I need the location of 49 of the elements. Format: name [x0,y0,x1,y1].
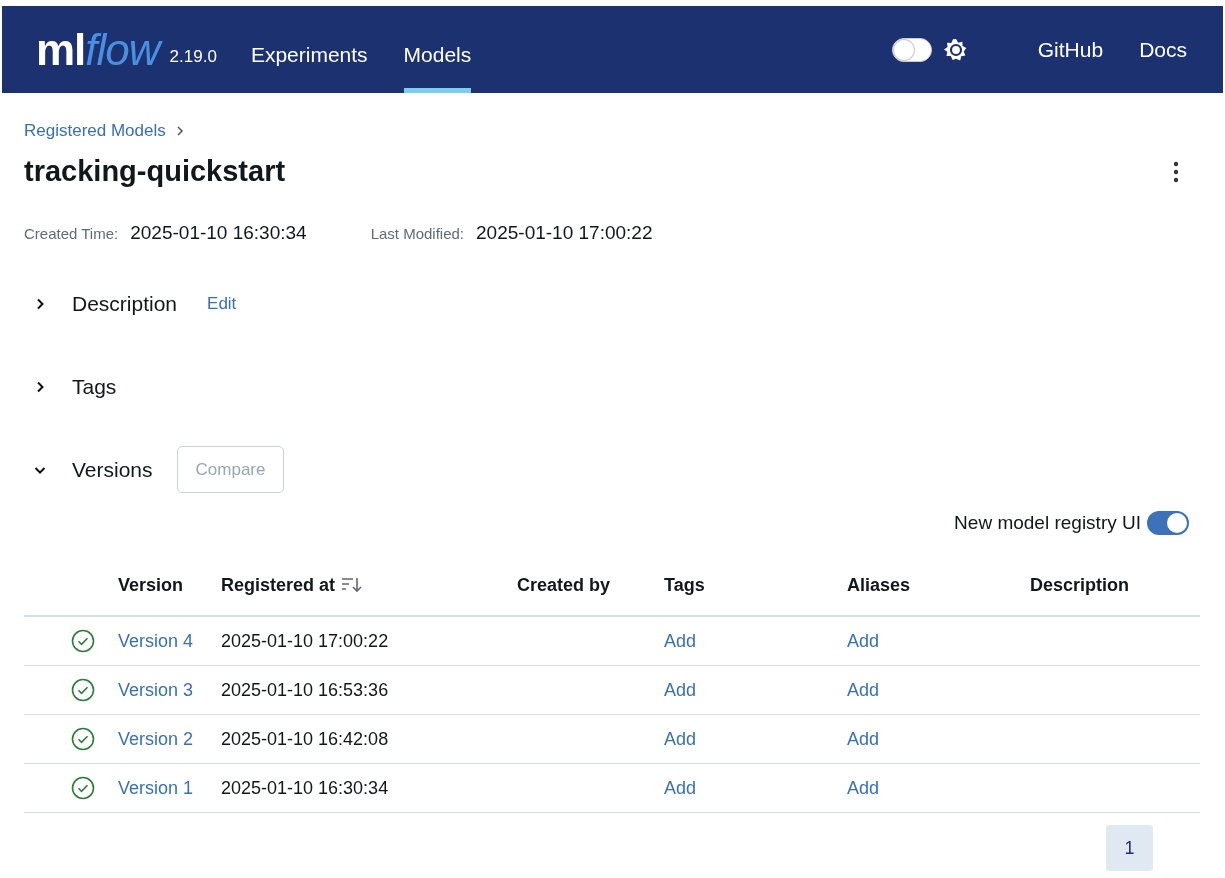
check-circle-icon [71,776,95,800]
check-circle-icon [71,678,95,702]
column-header: Version [118,574,184,596]
version-label: 2.19.0 [169,46,217,67]
toggle-label: New model registry UI [954,512,1141,534]
add-alias-link[interactable]: Add [847,777,880,798]
sun-icon[interactable] [943,37,968,62]
breadcrumb-link[interactable]: Registered Models [24,121,166,141]
meta-value: 2025-01-10 16:30:34 [130,222,307,244]
version-link[interactable]: Version 3 [118,679,194,700]
table-cell: 2025-01-10 16:30:34 [221,777,389,798]
version-link[interactable]: Version 2 [118,728,194,749]
column-header: Aliases [847,574,911,596]
more-options-icon[interactable] [1173,160,1179,183]
add-alias-link[interactable]: Add [847,630,880,651]
table-cell: 2025-01-10 16:42:08 [221,728,389,749]
nav-link[interactable]: GitHub [1037,37,1104,62]
add-alias-link[interactable]: Add [847,728,880,749]
version-link[interactable]: Version 4 [118,630,194,651]
theme-toggle[interactable] [891,37,932,62]
version-link[interactable]: Version 1 [118,777,194,798]
table-cell: 2025-01-10 16:53:36 [221,679,389,700]
edit-link[interactable]: Edit [207,293,237,314]
column-header: Description [1030,574,1130,596]
page-title: tracking-quickstart [24,155,286,188]
add-tag-link[interactable]: Add [664,777,697,798]
add-tag-link[interactable]: Add [664,630,697,651]
nav-tab[interactable]: Experiments [250,6,368,93]
section-title[interactable]: Description [72,291,178,316]
add-tag-link[interactable]: Add [664,679,697,700]
table-cell: 2025-01-10 17:00:22 [221,630,389,651]
meta-label: Created Time: [24,225,119,242]
sort-icon[interactable] [341,576,364,594]
check-circle-icon [71,727,95,751]
nav-link[interactable]: Docs [1139,37,1187,62]
section-title[interactable]: Versions [72,457,153,482]
meta-label: Last Modified: [370,225,465,242]
registry-toggle[interactable] [1147,511,1189,535]
meta-value: 2025-01-10 17:00:22 [476,222,653,244]
chevron-right-icon [175,126,184,136]
nav-tab[interactable]: Models [403,6,472,93]
page-button[interactable]: 1 [1106,825,1153,871]
column-header: Created by [517,574,611,596]
column-header: Tags [664,574,705,596]
add-tag-link[interactable]: Add [664,728,697,749]
column-header: Registered at [221,574,336,596]
add-alias-link[interactable]: Add [847,679,880,700]
check-circle-icon [71,629,95,653]
section-title[interactable]: Tags [72,374,117,399]
